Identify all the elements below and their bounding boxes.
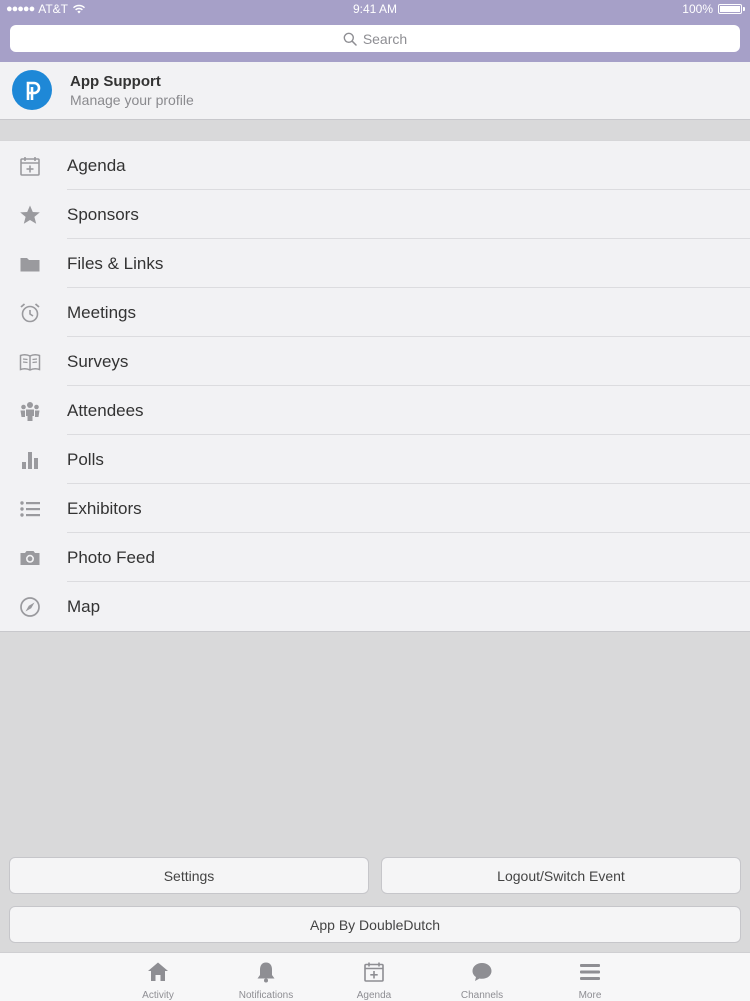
menu-item-polls[interactable]: Polls <box>0 435 750 484</box>
menu-icon <box>580 964 600 980</box>
profile-name: App Support <box>70 73 161 90</box>
open-book-icon <box>19 351 41 373</box>
tab-label: More <box>578 990 602 1001</box>
profile-subtitle: Manage your profile <box>70 92 194 108</box>
avatar <box>12 70 52 110</box>
menu-item-label: Sponsors <box>67 204 139 224</box>
menu-item-label: Surveys <box>67 351 129 371</box>
tab-channels[interactable]: Channels <box>428 953 536 1001</box>
list-icon <box>19 498 41 520</box>
compass-icon <box>19 596 41 618</box>
menu-item-label: Meetings <box>67 302 136 322</box>
tab-more[interactable]: More <box>536 953 644 1001</box>
tab-label: Notifications <box>238 990 294 1001</box>
folder-icon <box>19 253 41 275</box>
menu-item-label: Attendees <box>67 400 144 420</box>
calendar-icon <box>364 962 384 982</box>
top-bar: ●●●●● AT&T 9:41 AM 100% Search <box>0 0 750 62</box>
menu-item-label: Photo Feed <box>67 547 155 567</box>
tab-notifications[interactable]: Notifications <box>212 953 320 1001</box>
app-logo-icon <box>26 81 41 100</box>
search-icon <box>343 32 357 46</box>
menu-item-label: Exhibitors <box>67 498 142 518</box>
tab-label: Agenda <box>356 990 392 1001</box>
app-by-doubledutch-button[interactable]: App By DoubleDutch <box>9 906 741 943</box>
menu-item-meetings[interactable]: Meetings <box>0 288 750 337</box>
menu-item-files-links[interactable]: Files & Links <box>0 239 750 288</box>
bar-chart-icon <box>19 449 41 471</box>
tab-label: Channels <box>460 990 504 1001</box>
star-icon <box>19 204 41 226</box>
status-time: 9:41 AM <box>352 2 398 16</box>
tab-bar: Activity Notifications Agenda Channels M… <box>0 952 750 1001</box>
tab-activity[interactable]: Activity <box>104 953 212 1001</box>
menu-item-label: Files & Links <box>67 253 164 273</box>
menu-item-surveys[interactable]: Surveys <box>0 337 750 386</box>
bell-icon <box>257 962 275 983</box>
people-icon <box>19 400 41 422</box>
more-menu-list: Agenda Sponsors Files & Links Meetings S… <box>0 140 750 632</box>
menu-item-label: Map <box>67 596 101 616</box>
chat-bubble-icon <box>472 963 492 981</box>
search-bar[interactable]: Search <box>10 25 740 52</box>
battery-percent: 100% <box>682 2 713 16</box>
menu-item-label: Polls <box>67 449 104 469</box>
status-bar: ●●●●● AT&T 9:41 AM 100% <box>0 0 750 18</box>
menu-item-map[interactable]: Map <box>0 582 750 631</box>
search-placeholder: Search <box>362 30 408 47</box>
battery-icon <box>718 4 745 14</box>
tab-label: Activity <box>142 990 174 1001</box>
menu-item-exhibitors[interactable]: Exhibitors <box>0 484 750 533</box>
menu-item-photo-feed[interactable]: Photo Feed <box>0 533 750 582</box>
menu-item-agenda[interactable]: Agenda <box>0 141 750 190</box>
menu-item-label: Agenda <box>67 155 126 175</box>
home-icon <box>148 962 168 981</box>
menu-item-attendees[interactable]: Attendees <box>0 386 750 435</box>
camera-icon <box>19 547 41 569</box>
alarm-clock-icon <box>19 302 41 324</box>
calendar-icon <box>19 155 41 177</box>
tab-agenda[interactable]: Agenda <box>320 953 428 1001</box>
settings-button[interactable]: Settings <box>9 857 369 894</box>
menu-item-sponsors[interactable]: Sponsors <box>0 190 750 239</box>
logout-switch-event-button[interactable]: Logout/Switch Event <box>381 857 741 894</box>
profile-row[interactable]: App Support Manage your profile <box>0 62 750 120</box>
